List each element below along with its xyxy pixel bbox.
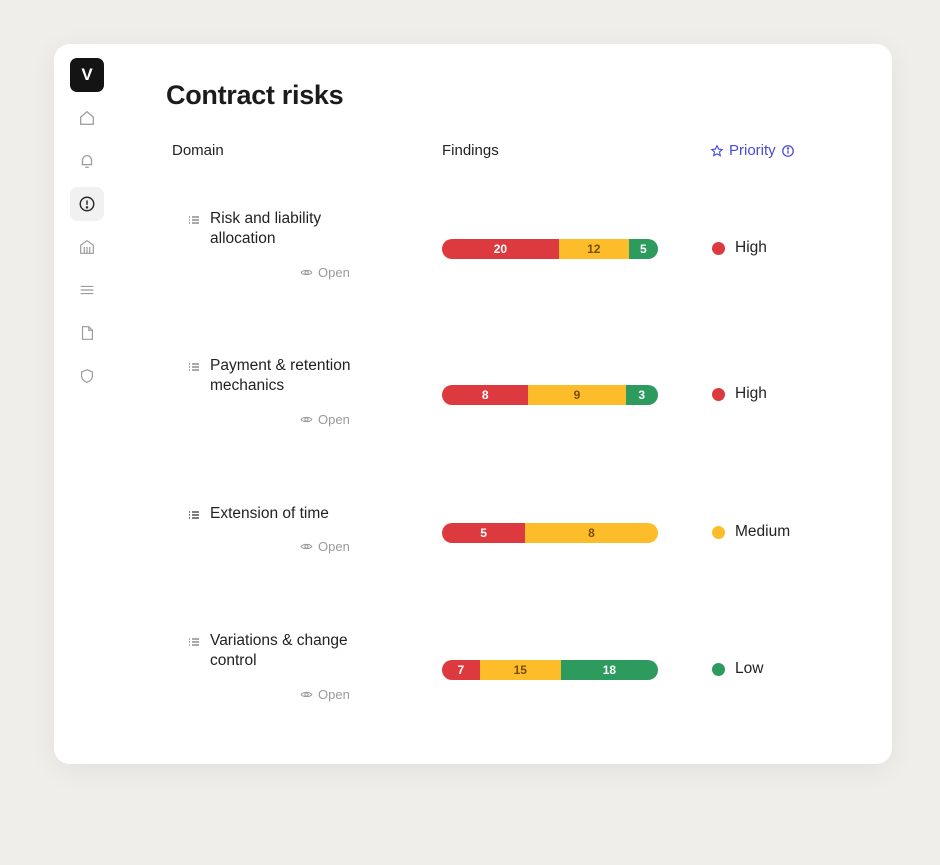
domain-name: Risk and liability allocation [210, 210, 322, 247]
list-icon [189, 511, 199, 519]
list-icon [189, 638, 199, 646]
findings-bar: 8 9 3 [442, 385, 658, 405]
findings-segment-high: 20 [442, 239, 559, 259]
nav-home[interactable] [70, 101, 104, 135]
nav-documents[interactable] [70, 316, 104, 350]
page-title: Contract risks [166, 80, 344, 110]
open-label: Open [318, 539, 350, 554]
priority-label: Low [735, 660, 764, 677]
findings-segment-low: 18 [560, 660, 658, 680]
priority-dot [712, 387, 725, 401]
eye-icon [300, 269, 313, 276]
open-button[interactable]: Open [300, 412, 350, 427]
eye-icon [300, 416, 313, 423]
sidebar: V [70, 58, 106, 393]
domain-name: Payment & retention mechanics [210, 357, 351, 394]
main-card: V Contract risks Domain Findings Priorit… [54, 44, 892, 764]
lines-icon [80, 285, 94, 295]
findings-segment-high: 5 [442, 523, 526, 543]
app-logo[interactable]: V [70, 58, 104, 92]
shield-icon [81, 369, 93, 383]
priority-label: High [735, 385, 767, 402]
findings-segment-medium: 15 [479, 660, 561, 680]
priority-cell: High [712, 239, 767, 257]
nav-menu[interactable] [70, 273, 104, 307]
open-button[interactable]: Open [300, 687, 350, 702]
column-header-priority[interactable]: Priority [710, 142, 795, 159]
open-label: Open [318, 687, 350, 702]
priority-label: High [735, 239, 767, 256]
domain-name: Extension of time [210, 505, 329, 522]
domain-name: Variations & change control [210, 632, 348, 669]
table-row: Extension of time Open 5 8 0 Medium [166, 504, 846, 614]
column-header-domain: Domain [172, 142, 224, 159]
priority-dot [712, 525, 725, 539]
priority-cell: High [712, 385, 767, 403]
findings-bar: 5 8 0 [442, 523, 658, 543]
table-row: Risk and liability allocation Open 20 12… [166, 209, 846, 319]
findings-segment-medium: 9 [528, 385, 626, 405]
findings-bar: 20 12 5 [442, 239, 658, 259]
eye-icon [300, 691, 313, 698]
file-icon [81, 326, 93, 340]
findings-segment-high: 8 [442, 385, 529, 405]
findings-segment-low: 3 [625, 385, 658, 405]
open-label: Open [318, 265, 350, 280]
nav-notifications[interactable] [70, 144, 104, 178]
priority-header-label: Priority [729, 142, 776, 159]
priority-dot [712, 241, 725, 255]
priority-cell: Medium [712, 523, 790, 541]
eye-icon [300, 543, 313, 550]
list-icon [189, 363, 199, 371]
list-icon [189, 216, 199, 224]
home-icon [80, 110, 94, 125]
nav-security[interactable] [70, 359, 104, 393]
star-icon [710, 143, 724, 157]
nav-risks[interactable] [70, 187, 104, 221]
priority-dot [712, 662, 725, 676]
table-row: Variations & change control Open 7 15 18… [166, 631, 846, 741]
open-label: Open [318, 412, 350, 427]
table-row: Payment & retention mechanics Open 8 9 3… [166, 356, 846, 466]
info-icon[interactable] [781, 144, 795, 158]
alert-circle-icon [79, 196, 95, 212]
findings-segment-medium: 12 [558, 239, 629, 259]
priority-label: Medium [735, 523, 791, 540]
nav-bank[interactable] [70, 230, 104, 264]
open-button[interactable]: Open [300, 539, 350, 554]
findings-bar: 7 15 18 [442, 660, 658, 680]
findings-segment-high: 7 [442, 660, 480, 680]
bell-icon [81, 154, 93, 168]
priority-cell: Low [712, 660, 763, 678]
findings-segment-low: 5 [628, 239, 658, 259]
open-button[interactable]: Open [300, 265, 350, 280]
building-icon [80, 239, 94, 254]
column-header-findings: Findings [442, 142, 499, 159]
findings-segment-medium: 8 [525, 523, 658, 543]
